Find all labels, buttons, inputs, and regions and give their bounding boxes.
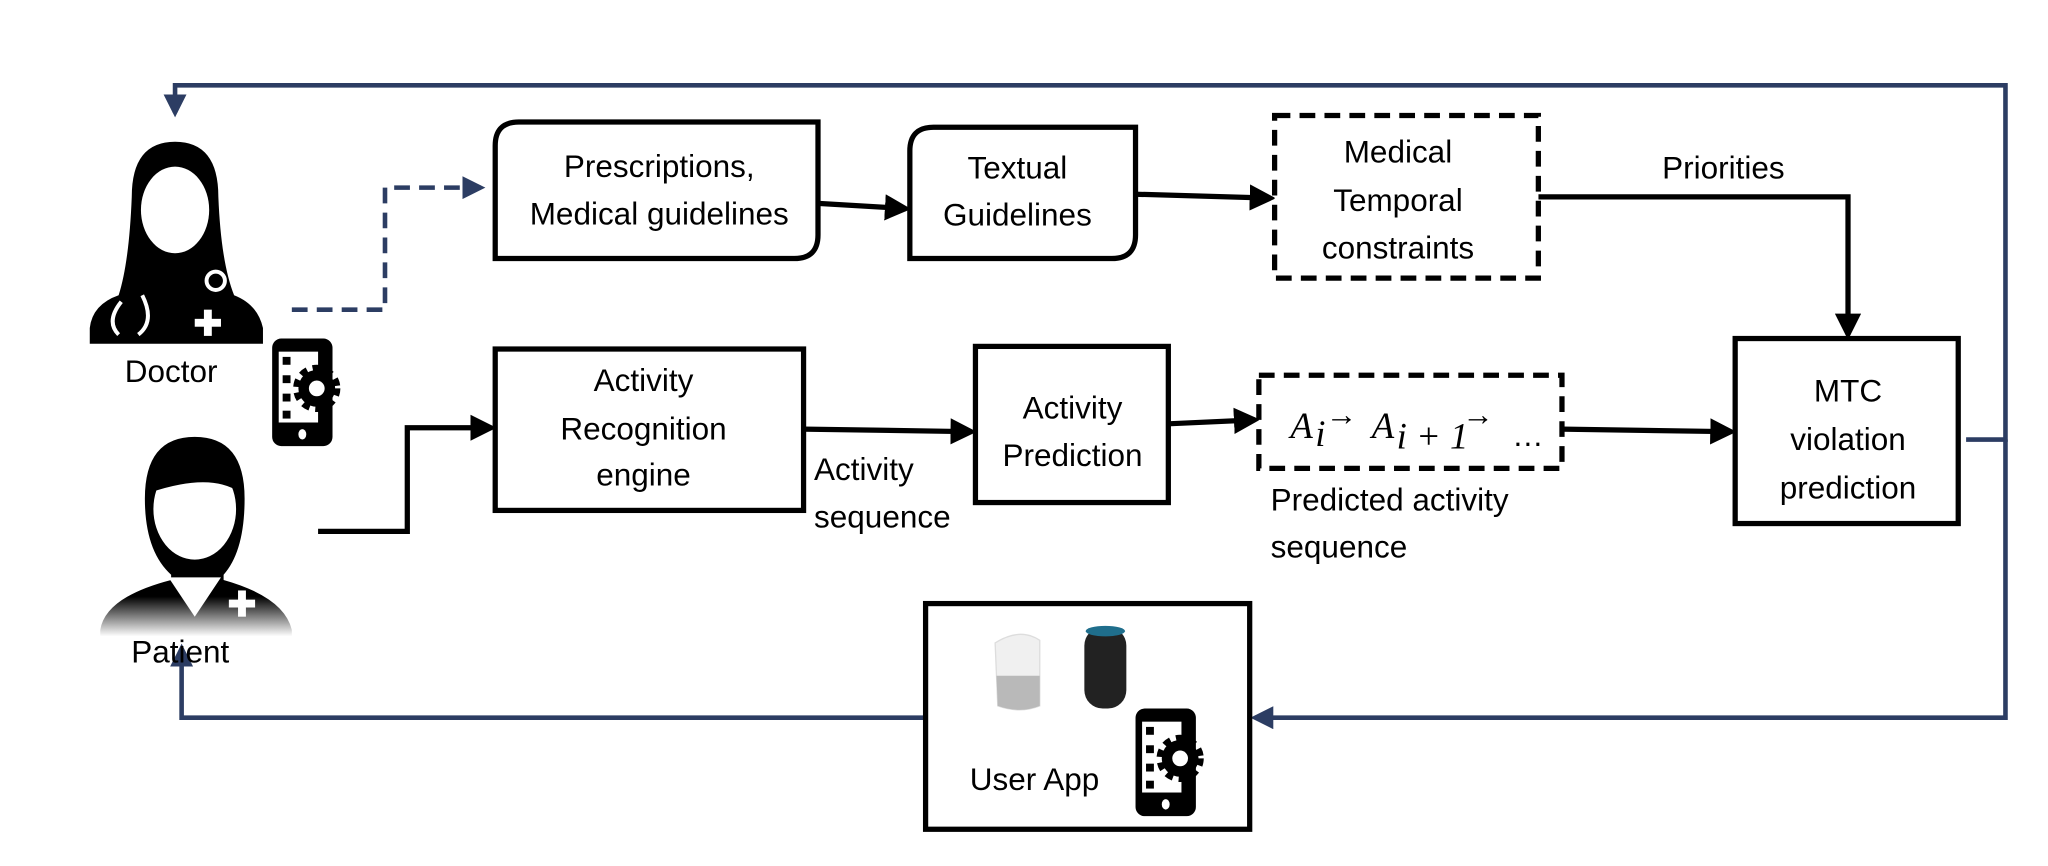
mtc-violation-box: MTC violation prediction: [1732, 335, 1961, 527]
activity-sequence-label: sequence: [814, 498, 951, 534]
user-app-label: User App: [970, 761, 1100, 797]
activity-symbol: A: [1369, 405, 1395, 446]
arrow-prediction-sequence: [1168, 407, 1261, 434]
box-label: Medical guidelines: [530, 195, 789, 231]
arrow-textual-constraints: [1135, 184, 1276, 211]
box-label: Textual: [968, 149, 1068, 185]
medical-temporal-constraints-box: Medical Temporal constraints: [1271, 112, 1541, 281]
predicted-sequence-box: A i → A i + 1 → …: [1256, 372, 1565, 472]
box-label: Prediction: [1003, 437, 1143, 473]
doctor-icon: [89, 141, 263, 344]
activity-subscript: i: [1315, 413, 1325, 454]
phone-gear-icon: [1135, 708, 1204, 817]
box-label: MTC: [1814, 373, 1882, 409]
diagram: Prescriptions, Medical guidelines Textua…: [89, 82, 2008, 832]
doctor-dashed-connector: [291, 176, 486, 312]
box-label: prediction: [1780, 470, 1917, 506]
activity-subscript: i + 1: [1397, 416, 1469, 457]
arrow-symbol: →: [1326, 396, 1357, 432]
patient-label: Patient: [131, 634, 229, 670]
box-label: Medical: [1344, 134, 1452, 170]
activity-sequence-label: Activity: [814, 451, 914, 487]
box-label: engine: [596, 456, 691, 492]
arrow-symbol: →: [1462, 396, 1493, 432]
user-app-box: User App: [922, 600, 1253, 832]
predicted-sequence-label: Predicted activity: [1271, 481, 1509, 517]
doctor-label: Doctor: [125, 353, 218, 389]
predicted-sequence-label: sequence: [1271, 529, 1408, 565]
phone-gear-icon: [272, 338, 341, 447]
activity-prediction-box: Activity Prediction: [972, 343, 1171, 506]
box-label: constraints: [1322, 229, 1474, 265]
box-label: Prescriptions,: [564, 148, 755, 184]
box-label: Recognition: [560, 411, 726, 447]
patient-icon: [100, 436, 292, 637]
arrow-sequence-violation: [1561, 418, 1737, 445]
box-label: Temporal: [1333, 182, 1463, 218]
activity-recognition-box: Activity Recognition engine: [492, 346, 807, 514]
feedback-line-patient: [170, 643, 926, 721]
box-label: Activity: [1023, 390, 1123, 426]
box-label: Activity: [594, 362, 694, 398]
priorities-label: Priorities: [1662, 149, 1784, 185]
arrow-prescriptions-textual: [817, 194, 912, 221]
box-label: violation: [1790, 421, 1906, 457]
activity-symbol: A: [1287, 405, 1313, 446]
ellipsis: …: [1512, 417, 1543, 453]
arrow-recognition-prediction: [803, 418, 977, 445]
arrow-priorities: [1538, 194, 1862, 340]
box-label: Guidelines: [943, 197, 1092, 233]
prescriptions-box: Prescriptions, Medical guidelines: [492, 119, 821, 262]
arrow-patient-recognition: [318, 414, 497, 535]
textual-guidelines-box: Textual Guidelines: [907, 124, 1139, 262]
